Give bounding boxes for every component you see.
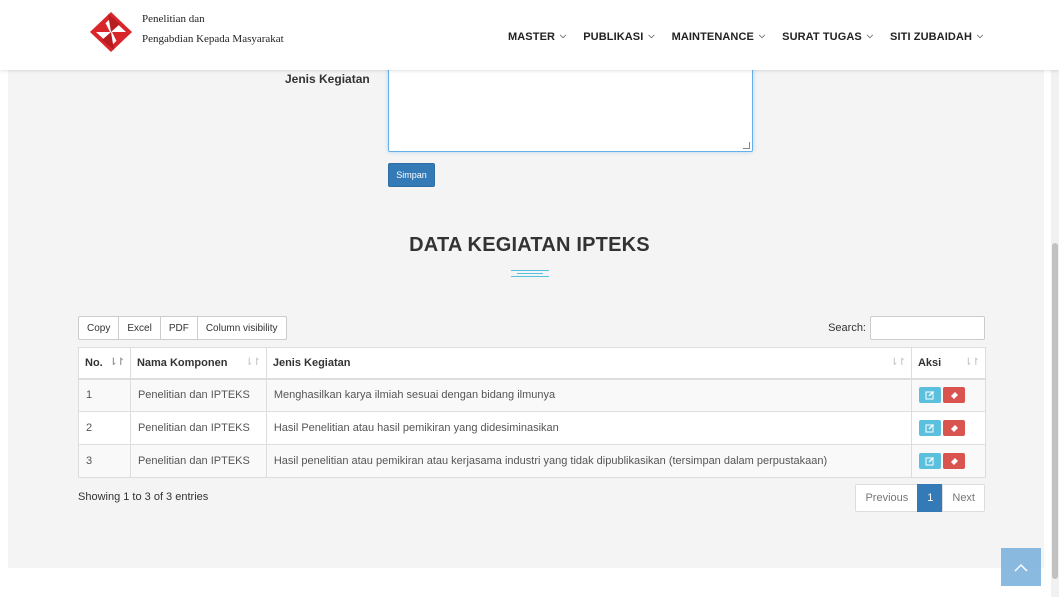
column-visibility-button[interactable]: Column visibility (196, 316, 287, 340)
cell-no: 2 (78, 411, 131, 445)
header-no[interactable]: No. ⇂↾ (78, 347, 131, 380)
sort-asc-icon: ⇂↾ (109, 357, 125, 368)
simpan-button[interactable]: Simpan (388, 163, 435, 187)
back-to-top-button[interactable] (1001, 548, 1041, 586)
chevron-down-icon: ⌵ (758, 31, 766, 40)
export-buttons: Copy Excel PDF Column visibility (78, 316, 287, 340)
pdf-button[interactable]: PDF (159, 316, 198, 340)
edit-button[interactable] (918, 420, 941, 436)
page-1-button[interactable]: 1 (917, 484, 944, 512)
cell-no: 3 (78, 444, 131, 478)
data-table: No. ⇂↾ Nama Komponen ⇂↾ Jenis Kegiatan ⇂↾ A… (78, 347, 987, 478)
top-navbar: Penelitian dan Pengabdian Kepada Masyara… (0, 0, 1059, 70)
scrollbar-thumb[interactable] (1052, 243, 1058, 579)
header-jenis-kegiatan[interactable]: Jenis Kegiatan ⇂↾ (265, 347, 912, 380)
cell-jenis: Hasil penelitian atau pemikiran atau ker… (265, 444, 912, 478)
eraser-icon (950, 458, 958, 465)
table-row: 2 Penelitian dan IPTEKS Hasil Penelitian… (78, 411, 987, 445)
excel-button[interactable]: Excel (118, 316, 161, 340)
cell-komponen: Penelitian dan IPTEKS (129, 411, 267, 445)
cell-aksi (910, 378, 987, 412)
logo-icon (90, 12, 132, 52)
cell-no: 1 (78, 378, 131, 412)
chevron-down-icon: ⌵ (648, 31, 655, 40)
chevron-down-icon: ⌵ (560, 31, 567, 40)
table-row: 1 Penelitian dan IPTEKS Menghasilkan kar… (78, 378, 987, 412)
delete-button[interactable] (942, 453, 965, 469)
header-nama-komponen[interactable]: Nama Komponen ⇂↾ (129, 347, 267, 380)
section-title: DATA KEGIATAN IPTEKS (409, 234, 650, 256)
sort-icon: ⇂↾ (964, 357, 980, 368)
pencil-square-icon (925, 424, 934, 433)
delete-button[interactable] (942, 387, 965, 404)
pagination: Previous 1 Next (855, 484, 985, 512)
edit-button[interactable] (918, 387, 941, 404)
cell-komponen: Penelitian dan IPTEKS (129, 444, 267, 478)
next-page-button[interactable]: Next (942, 484, 985, 512)
nav-maintenance[interactable]: MAINTENANCE ⌵ (672, 31, 766, 43)
edit-button[interactable] (918, 453, 941, 469)
search-label: Search: (828, 322, 866, 334)
chevron-down-icon: ⌵ (977, 31, 984, 40)
site-logo[interactable]: Penelitian dan Pengabdian Kepada Masyara… (88, 10, 284, 54)
eraser-icon (950, 392, 958, 400)
chevron-up-icon (1014, 563, 1028, 572)
delete-button[interactable] (942, 420, 965, 436)
main-nav: MASTER ⌵ PUBLIKASI ⌵ MAINTENANCE ⌵ SURAT TU… (508, 31, 1000, 43)
sort-icon: ⇂↾ (890, 357, 906, 368)
logo-line-1: Penelitian dan (142, 13, 205, 25)
cell-aksi (910, 444, 987, 478)
table-row: 3 Penelitian dan IPTEKS Hasil penelitian… (78, 444, 987, 478)
cell-jenis: Hasil Penelitian atau hasil pemikiran ya… (265, 411, 912, 445)
logo-line-2: Pengabdian Kepada Masyarakat (142, 33, 284, 45)
cell-aksi (910, 411, 987, 445)
pencil-square-icon (925, 457, 934, 466)
chevron-down-icon: ⌵ (866, 31, 874, 40)
pencil-square-icon (925, 391, 934, 400)
previous-page-button[interactable]: Previous (855, 484, 919, 512)
title-divider (511, 270, 549, 278)
eraser-icon (950, 425, 958, 432)
nav-publikasi[interactable]: PUBLIKASI ⌵ (583, 31, 654, 43)
nav-user-menu[interactable]: SITI ZUBAIDAH ⌵ (890, 31, 983, 43)
cell-komponen: Penelitian dan IPTEKS (129, 378, 267, 412)
copy-button[interactable]: Copy (78, 316, 120, 340)
search-input[interactable] (870, 316, 985, 340)
table-info: Showing 1 to 3 of 3 entries (78, 491, 209, 503)
cell-jenis: Menghasilkan karya ilmiah sesuai dengan … (265, 378, 912, 412)
header-aksi[interactable]: Aksi ⇂↾ (910, 347, 987, 380)
nav-master[interactable]: MASTER ⌵ (508, 31, 566, 43)
resize-grip-icon[interactable] (743, 142, 750, 149)
jenis-kegiatan-textarea[interactable] (388, 67, 753, 152)
sort-icon: ⇂↾ (245, 357, 261, 368)
table-search: Search: (828, 316, 985, 340)
nav-surat-tugas[interactable]: SURAT TUGAS ⌵ (782, 31, 873, 43)
jenis-kegiatan-label: Jenis Kegiatan (285, 72, 370, 86)
